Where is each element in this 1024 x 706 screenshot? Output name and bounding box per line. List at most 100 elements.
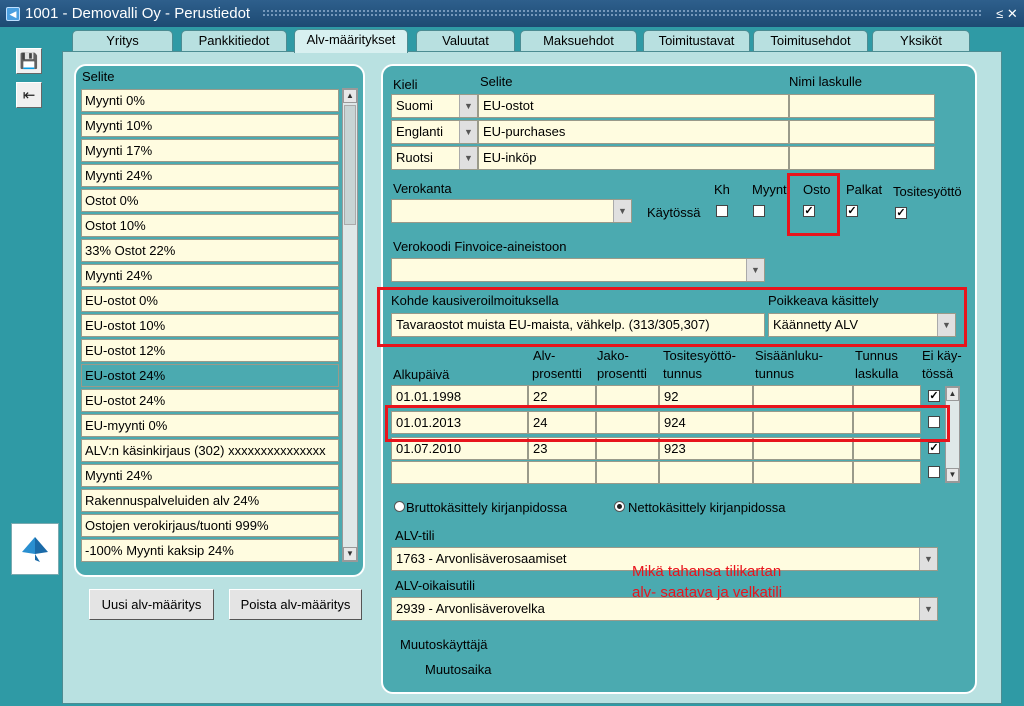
myynti-label: Myynti xyxy=(752,182,790,197)
chevron-down-icon[interactable]: ▼ xyxy=(459,121,477,143)
tab-maksuehdot[interactable]: Maksuehdot xyxy=(520,30,637,52)
tab-toimitusehdot[interactable]: Toimitusehdot xyxy=(753,30,868,52)
language-select[interactable]: Ruotsi ▼ xyxy=(391,146,478,170)
scroll-up-icon[interactable]: ▲ xyxy=(946,387,959,401)
tunnus-laskulla-field[interactable] xyxy=(853,461,921,484)
ei-kaytossa-header-1: Ei käy- xyxy=(922,348,962,363)
tunnus-header-2: laskulla xyxy=(855,366,899,381)
list-item[interactable]: -100% Myynti kaksip 24% xyxy=(81,539,339,562)
verokanta-select[interactable]: ▼ xyxy=(391,199,632,223)
list-item[interactable]: Ostot 10% xyxy=(81,214,339,237)
language-value: Ruotsi xyxy=(396,150,433,165)
list-item[interactable]: Myynti 24% xyxy=(81,464,339,487)
titlebar-grip xyxy=(262,9,982,18)
ei-kaytossa-header-2: tössä xyxy=(922,366,954,381)
oikaisutili-value: 2939 - Arvonlisäverovelka xyxy=(396,601,545,616)
finvoice-select[interactable]: ▼ xyxy=(391,258,765,282)
list-item[interactable]: EU-ostot 0% xyxy=(81,289,339,312)
nimi-laskulle-field[interactable] xyxy=(789,94,935,118)
chevron-down-icon[interactable]: ▼ xyxy=(613,200,631,222)
scroll-down-icon[interactable]: ▼ xyxy=(343,547,357,561)
list-item[interactable]: Myynti 0% xyxy=(81,89,339,112)
list-scrollbar[interactable]: ▲ ▼ xyxy=(342,88,358,562)
brutto-radio[interactable] xyxy=(394,501,405,512)
nimi-laskulle-field[interactable] xyxy=(789,120,935,144)
tab-pankkitiedot[interactable]: Pankkitiedot xyxy=(181,30,287,52)
delete-alv-definition-button[interactable]: Poista alv-määritys xyxy=(229,589,362,620)
window-controls[interactable]: ≤ ✕ xyxy=(990,6,1024,22)
list-item[interactable]: Myynti 24% xyxy=(81,264,339,287)
kh-checkbox[interactable] xyxy=(716,205,728,217)
list-item[interactable]: EU-ostot 10% xyxy=(81,314,339,337)
tab-yksikot[interactable]: Yksiköt xyxy=(872,30,970,52)
list-item[interactable]: 33% Ostot 22% xyxy=(81,239,339,262)
list-item[interactable]: ALV:n käsinkirjaus (302) xxxxxxxxxxxxxxx xyxy=(81,439,339,462)
palkat-label: Palkat xyxy=(846,182,883,197)
alkupaiva-field[interactable] xyxy=(391,461,528,484)
list-item[interactable]: Ostot 0% xyxy=(81,189,339,212)
scroll-up-icon[interactable]: ▲ xyxy=(343,89,357,103)
list-header: Selite xyxy=(82,69,115,84)
tositesyotto-header-1: Tositesyöttö- xyxy=(663,348,736,363)
scroll-thumb[interactable] xyxy=(344,105,356,225)
ei-kaytossa-checkbox[interactable]: ✓ xyxy=(928,442,940,454)
jako-header-1: Jako- xyxy=(597,348,629,363)
alv-prosentti-field[interactable] xyxy=(528,461,596,484)
left-toolbar: 💾 ⇤ xyxy=(0,27,62,706)
list-item[interactable]: Ostojen verokirjaus/tuonti 999% xyxy=(81,514,339,537)
palkat-checkbox[interactable]: ✓ xyxy=(846,205,858,217)
save-icon[interactable]: 💾 xyxy=(16,48,42,74)
selite-field[interactable]: EU-ostot xyxy=(478,94,789,118)
list-item[interactable]: Rakennuspalveluiden alv 24% xyxy=(81,489,339,512)
tositesyotto-tunnus-field[interactable] xyxy=(659,461,753,484)
list-item[interactable]: Myynti 10% xyxy=(81,114,339,137)
kieli-header: Kieli xyxy=(393,77,418,92)
tab-yritys[interactable]: Yritys xyxy=(72,30,173,52)
selite-field[interactable]: EU-inköp xyxy=(478,146,789,170)
tositesyotto-checkbox[interactable]: ✓ xyxy=(895,207,907,219)
netto-radio[interactable] xyxy=(614,501,625,512)
muutoskayttaja-label: Muutoskäyttäjä xyxy=(400,637,488,652)
chevron-down-icon[interactable]: ▼ xyxy=(919,548,937,570)
muutosaika-label: Muutosaika xyxy=(425,662,492,677)
oikaisutili-label: ALV-oikaisutili xyxy=(395,578,475,593)
sisaanluku-tunnus-field[interactable] xyxy=(753,461,853,484)
alv-tili-value: 1763 - Arvonlisäverosaamiset xyxy=(396,551,567,566)
alv-header-1: Alv- xyxy=(533,348,556,363)
selite-field[interactable]: EU-purchases xyxy=(478,120,789,144)
nimi-laskulle-field[interactable] xyxy=(789,146,935,170)
list-item-selected[interactable]: EU-ostot 24% xyxy=(81,364,339,387)
jako-prosentti-field[interactable] xyxy=(596,461,659,484)
chevron-down-icon[interactable]: ▼ xyxy=(919,598,937,620)
tab-valuutat[interactable]: Valuutat xyxy=(416,30,515,52)
kaytossa-label: Käytössä xyxy=(647,205,701,220)
app-icon: ◀ xyxy=(6,6,20,21)
myynti-checkbox[interactable] xyxy=(753,205,765,217)
scroll-down-icon[interactable]: ▼ xyxy=(946,468,959,482)
annotation-line-2: alv- saatava ja velkatili xyxy=(632,584,783,601)
chevron-down-icon[interactable]: ▼ xyxy=(459,95,477,117)
new-alv-definition-button[interactable]: Uusi alv-määritys xyxy=(89,589,214,620)
ei-kaytossa-checkbox[interactable] xyxy=(928,466,940,478)
language-select[interactable]: Englanti ▼ xyxy=(391,120,478,144)
brutto-label: Bruttokäsittely kirjanpidossa xyxy=(406,500,568,515)
selite-header: Selite xyxy=(480,74,513,89)
tab-alv-maaritykset[interactable]: Alv-määritykset xyxy=(294,29,408,53)
exit-icon[interactable]: ⇤ xyxy=(16,82,42,108)
language-select[interactable]: Suomi ▼ xyxy=(391,94,478,118)
window-title: 1001 - Demovalli Oy - Perustiedot xyxy=(25,5,251,22)
chevron-down-icon[interactable]: ▼ xyxy=(459,147,477,169)
tab-toimitustavat[interactable]: Toimitustavat xyxy=(643,30,750,52)
ei-kaytossa-checkbox[interactable]: ✓ xyxy=(928,390,940,402)
list-item[interactable]: Myynti 24% xyxy=(81,164,339,187)
finvoice-label: Verokoodi Finvoice-aineistoon xyxy=(393,239,567,254)
list-item[interactable]: EU-myynti 0% xyxy=(81,414,339,437)
language-value: Englanti xyxy=(396,124,443,139)
list-item[interactable]: Myynti 17% xyxy=(81,139,339,162)
alv-header-2: prosentti xyxy=(532,366,582,381)
list-item[interactable]: EU-ostot 24% xyxy=(81,389,339,412)
tunnus-header-1: Tunnus xyxy=(855,348,898,363)
tositesyotto-header-2: tunnus xyxy=(663,366,703,381)
list-item[interactable]: EU-ostot 12% xyxy=(81,339,339,362)
chevron-down-icon[interactable]: ▼ xyxy=(746,259,764,281)
